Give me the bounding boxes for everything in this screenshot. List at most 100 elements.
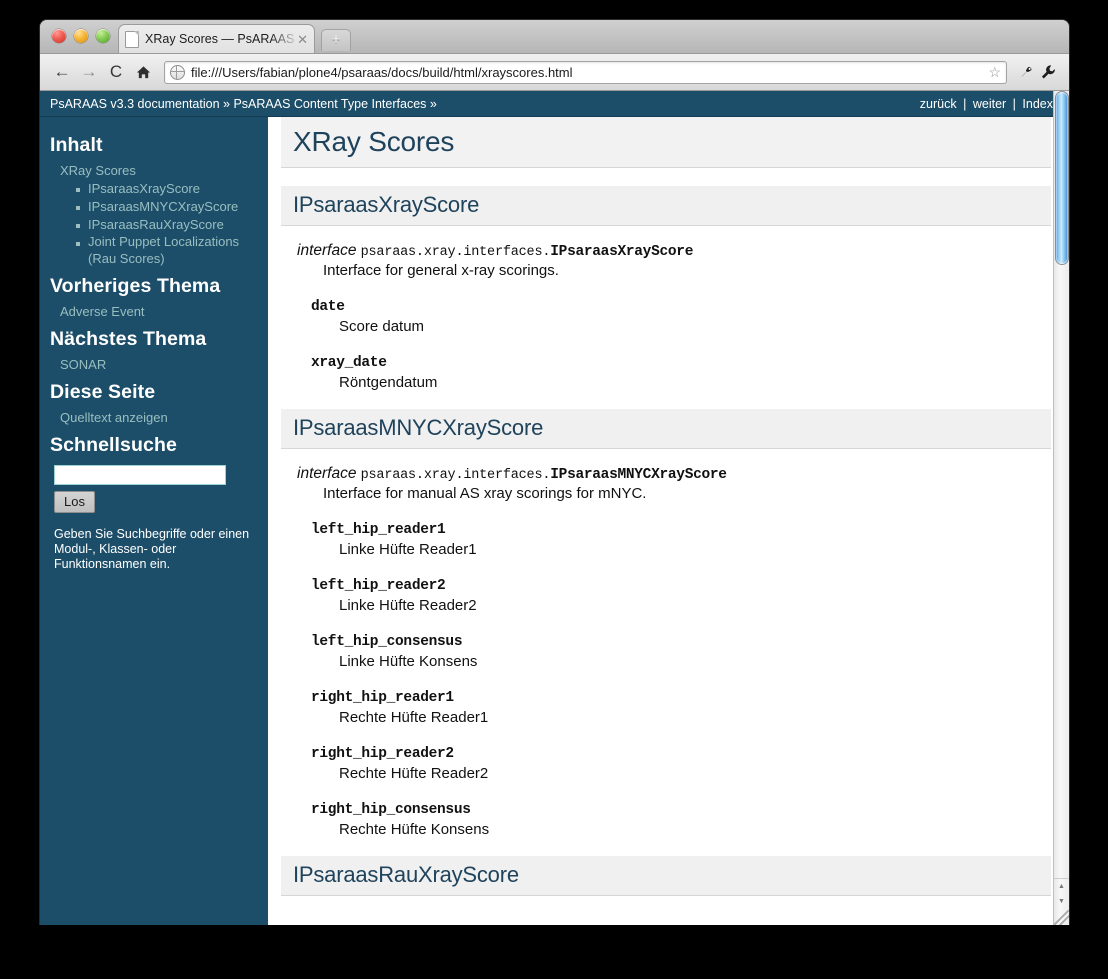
show-source-link[interactable]: Quelltext anzeigen xyxy=(60,410,168,427)
field-name: right_hip_consensus xyxy=(311,802,471,818)
wrench-settings-icon[interactable] xyxy=(1037,60,1059,84)
sidebar-prev-topic-wrap: Adverse Event xyxy=(60,303,254,321)
sidebar-toc-root: XRay Scores IPsaraasXrayScore IPsaraasMN… xyxy=(60,162,254,268)
api-block-ipsaraasmnycxrayscore: interface psaraas.xray.interfaces.IPsara… xyxy=(281,465,1051,502)
search-form: Los xyxy=(54,464,254,513)
bookmark-star-icon[interactable]: ☆ xyxy=(988,64,1001,81)
home-icon[interactable] xyxy=(131,60,155,84)
sidebar-toc-sublist: IPsaraasXrayScore IPsaraasMNYCXrayScore … xyxy=(60,180,254,268)
field-description: Röntgendatum xyxy=(339,374,438,391)
signature-class-name: IPsaraasMNYCXrayScore xyxy=(550,467,727,483)
page-viewport: PsARAAS v3.3 documentation » PsARAAS Con… xyxy=(40,91,1069,925)
zoom-window-button[interactable] xyxy=(96,29,110,43)
interface-description: Interface for manual AS xray scorings fo… xyxy=(323,485,647,502)
sidebar-prev-heading: Vorheriges Thema xyxy=(50,274,221,297)
document-inner: XRay Scores IPsaraasXrayScore interface … xyxy=(269,117,1069,920)
interface-description: Interface for general x-ray scorings. xyxy=(323,262,559,279)
scroll-up-icon[interactable]: ▲ xyxy=(1058,883,1065,891)
sidebar-toc-heading: Inhalt xyxy=(50,134,103,156)
relbar-separator-1: | xyxy=(963,96,967,111)
index-link[interactable]: Index xyxy=(1022,97,1053,111)
prev-page-link[interactable]: zurück xyxy=(920,97,957,111)
field-description: Linke Hüfte Reader1 xyxy=(339,541,477,558)
sidebar-next-topic-wrap: SONAR xyxy=(60,356,254,374)
signature-module-path: psaraas.xray.interfaces. xyxy=(360,468,551,483)
interface-signature: interface psaraas.xray.interfaces.IPsara… xyxy=(297,242,1051,260)
list-item: IPsaraasXrayScore xyxy=(76,180,254,198)
signature-module-path: psaraas.xray.interfaces. xyxy=(360,245,551,260)
field-description: Rechte Hüfte Reader2 xyxy=(339,765,489,782)
sidebar-item-xray-scores[interactable]: XRay Scores xyxy=(60,163,136,180)
section-heading-ipsaraasrauxrayscore: IPsaraasRauXrayScore xyxy=(281,856,1051,896)
field-description: Rechte Hüfte Reader1 xyxy=(339,709,489,726)
page-favicon-icon xyxy=(125,30,139,48)
scrollbar-thumb[interactable] xyxy=(1056,92,1068,264)
scrollbar-arrows[interactable]: ▲ ▼ xyxy=(1054,878,1069,909)
next-page-link[interactable]: weiter xyxy=(973,97,1006,111)
signature-class-name: IPsaraasXrayScore xyxy=(550,244,694,260)
field-name: xray_date xyxy=(311,355,387,371)
list-item: IPsaraasMNYCXrayScore xyxy=(76,198,254,216)
page-body: Inhalt XRay Scores IPsaraasXrayScore IPs… xyxy=(40,117,1069,925)
search-submit-button[interactable]: Los xyxy=(54,490,95,513)
document-content: XRay Scores IPsaraasXrayScore interface … xyxy=(268,117,1069,925)
sidebar-next-heading: Nächstes Thema xyxy=(50,327,207,350)
breadcrumb-separator-1: » xyxy=(223,96,230,111)
browser-tab[interactable]: XRay Scores — PsARAAS v3.3 ✕ xyxy=(118,24,315,53)
sidebar-item-ipsaraasxrayscore[interactable]: IPsaraasXrayScore xyxy=(88,181,200,198)
breadcrumb-bar: PsARAAS v3.3 documentation » PsARAAS Con… xyxy=(40,91,1069,117)
tab-strip: XRay Scores — PsARAAS v3.3 ✕ + xyxy=(40,20,1069,54)
window-resize-grip[interactable] xyxy=(1054,910,1069,925)
browser-window: XRay Scores — PsARAAS v3.3 ✕ + ← → C fil… xyxy=(40,20,1069,925)
sidebar: Inhalt XRay Scores IPsaraasXrayScore IPs… xyxy=(40,117,268,925)
tab-title: XRay Scores — PsARAAS v3.3 xyxy=(145,32,295,46)
field-description: Score datum xyxy=(339,318,425,335)
field-list-ipsaraasmnycxrayscore: left_hip_reader1 Linke Hüfte Reader1 lef… xyxy=(281,522,1051,838)
field-name: left_hip_consensus xyxy=(311,634,463,650)
signature-keyword: interface xyxy=(297,242,357,259)
list-item: Joint Puppet Localizations (Rau Scores) xyxy=(76,234,254,268)
field-name: right_hip_reader2 xyxy=(311,746,454,762)
scroll-down-icon[interactable]: ▼ xyxy=(1058,898,1065,906)
minimize-window-button[interactable] xyxy=(74,29,88,43)
search-input[interactable] xyxy=(54,464,226,485)
sidebar-item-ipsaraasmnycxrayscore[interactable]: IPsaraasMNYCXrayScore xyxy=(88,199,238,216)
new-tab-button[interactable]: + xyxy=(321,29,351,51)
forward-icon[interactable]: → xyxy=(77,60,101,84)
field-name: left_hip_reader2 xyxy=(311,578,446,594)
relbar-separator-2: | xyxy=(1012,96,1016,111)
sidebar-thispage-heading: Diese Seite xyxy=(50,380,156,403)
field-description: Rechte Hüfte Konsens xyxy=(339,821,490,838)
breadcrumb-parent-link[interactable]: PsARAAS Content Type Interfaces xyxy=(233,97,426,111)
screen-bottom-edge xyxy=(0,925,1108,979)
close-tab-icon[interactable]: ✕ xyxy=(297,33,308,46)
content-bottom-spacer xyxy=(281,896,1051,920)
sidebar-toc-list: XRay Scores IPsaraasXrayScore IPsaraasMN… xyxy=(50,162,254,268)
sidebar-prev-topic-link[interactable]: Adverse Event xyxy=(60,304,145,321)
field-description: Linke Hüfte Reader2 xyxy=(339,597,477,614)
breadcrumb-separator-2: » xyxy=(429,96,437,111)
globe-icon xyxy=(170,64,185,80)
sidebar-thispage-wrap: Quelltext anzeigen xyxy=(60,409,254,427)
close-window-button[interactable] xyxy=(52,29,66,43)
page-menu-icon[interactable] xyxy=(1015,60,1037,84)
window-controls xyxy=(52,29,110,43)
sidebar-search-heading: Schnellsuche xyxy=(50,433,177,456)
search-hint-text: Geben Sie Suchbegriffe oder einen Modul-… xyxy=(54,526,250,571)
page-title: XRay Scores xyxy=(281,117,1051,168)
section-heading-ipsaraasmnycxrayscore: IPsaraasMNYCXrayScore xyxy=(281,409,1051,449)
relbar-nav-links: zurück | weiter | Index xyxy=(920,97,1053,111)
back-icon[interactable]: ← xyxy=(50,60,74,84)
vertical-scrollbar[interactable]: ▲ ▼ xyxy=(1053,91,1069,925)
sidebar-item-ipsaraasrauxrayscore[interactable]: IPsaraasRauXrayScore xyxy=(88,217,224,234)
list-item: IPsaraasRauXrayScore xyxy=(76,216,254,234)
desktop-background: XRay Scores — PsARAAS v3.3 ✕ + ← → C fil… xyxy=(0,0,1108,979)
sidebar-item-joint-puppet-localizations[interactable]: Joint Puppet Localizations (Rau Scores) xyxy=(88,234,254,267)
field-name: date xyxy=(311,299,345,315)
breadcrumb-project-link[interactable]: PsARAAS v3.3 documentation xyxy=(50,97,220,111)
section-heading-ipsaraasxrayscore: IPsaraasXrayScore xyxy=(281,186,1051,226)
field-name: right_hip_reader1 xyxy=(311,690,454,706)
sidebar-next-topic-link[interactable]: SONAR xyxy=(60,357,106,374)
address-bar[interactable]: file:///Users/fabian/plone4/psaraas/docs… xyxy=(164,60,1007,84)
reload-icon[interactable]: C xyxy=(104,60,128,84)
